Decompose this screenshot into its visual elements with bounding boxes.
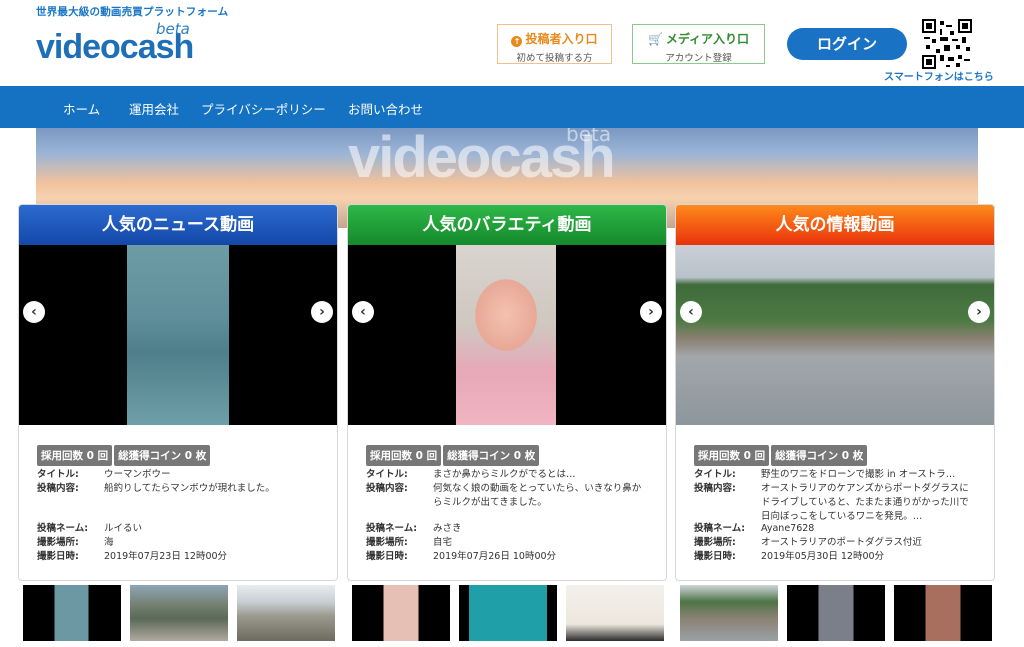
title-label: タイトル: [366,469,408,480]
video-content: 船釣りしてたらマンボウが現れました。 [104,483,275,494]
nav-item-privacy[interactable]: プライバシーポリシー [201,99,326,118]
shoot-place: オーストラリアのポートダグラス付近 [761,537,922,548]
date-label: 撮影日時: [366,551,408,562]
video-thumbnail[interactable] [459,585,557,641]
coin-total-badge: 総獲得コイン 0 枚 [771,445,868,466]
video-thumbnail[interactable] [894,585,992,641]
smartphone-link[interactable]: スマートフォンはこちら [884,68,994,83]
poster-label: 投稿ネーム: [37,523,89,534]
shoot-place: 自宅 [433,537,453,548]
video-player[interactable]: ‹ › [348,245,666,425]
video-thumbnail[interactable] [566,585,664,641]
card-news: 人気のニュース動画 ‹ › 採用回数 0 回総獲得コイン 0 枚 タイトル: ウー… [18,204,338,581]
video-title: 野生のワニをドローンで撮影 in オーストラ… [761,469,956,480]
nav-item-contact[interactable]: お問い合わせ [348,99,423,118]
prev-arrow-icon[interactable]: ‹ [352,301,374,323]
shoot-date: 2019年07月26日 10時00分 [433,551,557,562]
poster-name: ルイるい [104,523,143,534]
content-label: 投稿内容: [37,483,79,494]
shoot-date: 2019年05月30日 12時00分 [761,551,885,562]
main-nav: ホーム 運用会社 プライバシーポリシー お問い合わせ [0,86,1024,128]
date-label: 撮影日時: [37,551,79,562]
hero-beta: beta [566,128,612,146]
date-label: 撮影日時: [694,551,736,562]
place-label: 撮影場所: [694,537,736,548]
poster-name: Ayane7628 [761,523,815,534]
title-label: タイトル: [694,469,736,480]
media-entry-button[interactable]: 🛒 メディア入り口 アカウント登録 [632,24,765,64]
login-button[interactable]: ログイン [787,28,907,60]
prev-arrow-icon[interactable]: ‹ [23,301,45,323]
coin-total-badge: 総獲得コイン 0 枚 [443,445,540,466]
video-player[interactable]: ‹ › [19,245,337,425]
poster-entry-sub: 初めて投稿する方 [516,53,593,64]
video-thumbnail[interactable] [456,245,556,425]
title-label: タイトル: [37,469,79,480]
adoption-count-badge: 採用回数 0 回 [366,445,442,466]
adoption-count-badge: 採用回数 0 回 [37,445,113,466]
poster-entry-button[interactable]: ↑ 投稿者入り口 初めて投稿する方 [497,24,612,64]
media-entry-sub: アカウント登録 [665,53,732,64]
qr-code[interactable] [922,19,972,69]
prev-arrow-icon[interactable]: ‹ [680,301,702,323]
poster-entry-label: 投稿者入り口 [525,32,598,46]
video-thumbnail[interactable] [680,585,778,641]
next-arrow-icon[interactable]: › [311,301,333,323]
poster-label: 投稿ネーム: [366,523,418,534]
shoot-place: 海 [104,537,114,548]
poster-name: みさき [433,523,462,534]
video-thumbnail[interactable] [23,585,121,641]
upload-icon: ↑ [511,36,523,47]
card-title: 人気のバラエティ動画 [348,205,666,245]
card-title: 人気の情報動画 [676,205,994,245]
site-logo[interactable]: videocash beta [36,18,216,68]
video-title: ウーマンボウー [104,469,171,480]
content-label: 投稿内容: [366,483,408,494]
logo-beta: beta [156,20,190,38]
card-variety: 人気のバラエティ動画 ‹ › 採用回数 0 回総獲得コイン 0 枚 タイトル: ま… [347,204,667,581]
next-arrow-icon[interactable]: › [640,301,662,323]
video-thumbnail[interactable] [237,585,335,641]
video-title: まさか鼻からミルクがでるとは… [433,469,576,480]
shoot-date: 2019年07月23日 12時00分 [104,551,228,562]
video-thumbnail[interactable] [676,245,994,425]
card-title: 人気のニュース動画 [19,205,337,245]
media-entry-label: メディア入り口 [665,32,750,46]
video-thumbnail[interactable] [130,585,228,641]
video-player[interactable]: ‹ › [676,245,994,425]
content-label: 投稿内容: [694,483,736,494]
next-arrow-icon[interactable]: › [968,301,990,323]
poster-label: 投稿ネーム: [694,523,746,534]
card-info: 人気の情報動画 ‹ › 採用回数 0 回総獲得コイン 0 枚 タイトル: 野生のワ… [675,204,995,581]
adoption-count-badge: 採用回数 0 回 [694,445,770,466]
video-thumbnail[interactable] [352,585,450,641]
video-content: オーストラリアのケアンズからポートダグラスにドライブしていると、たまたま通りがか… [761,483,969,522]
video-thumbnail[interactable] [787,585,885,641]
coin-total-badge: 総獲得コイン 0 枚 [114,445,211,466]
tagline: 世界最大級の動画売買プラットフォーム [36,6,229,18]
video-thumbnail[interactable] [127,245,229,425]
place-label: 撮影場所: [366,537,408,548]
nav-item-company[interactable]: 運用会社 [129,99,179,118]
video-content: 何気なく娘の動画をとっていたら、いきなり鼻からミルクが出てきました。 [433,483,642,508]
nav-item-home[interactable]: ホーム [63,99,100,118]
place-label: 撮影場所: [37,537,79,548]
cart-icon: 🛒 [647,32,663,46]
